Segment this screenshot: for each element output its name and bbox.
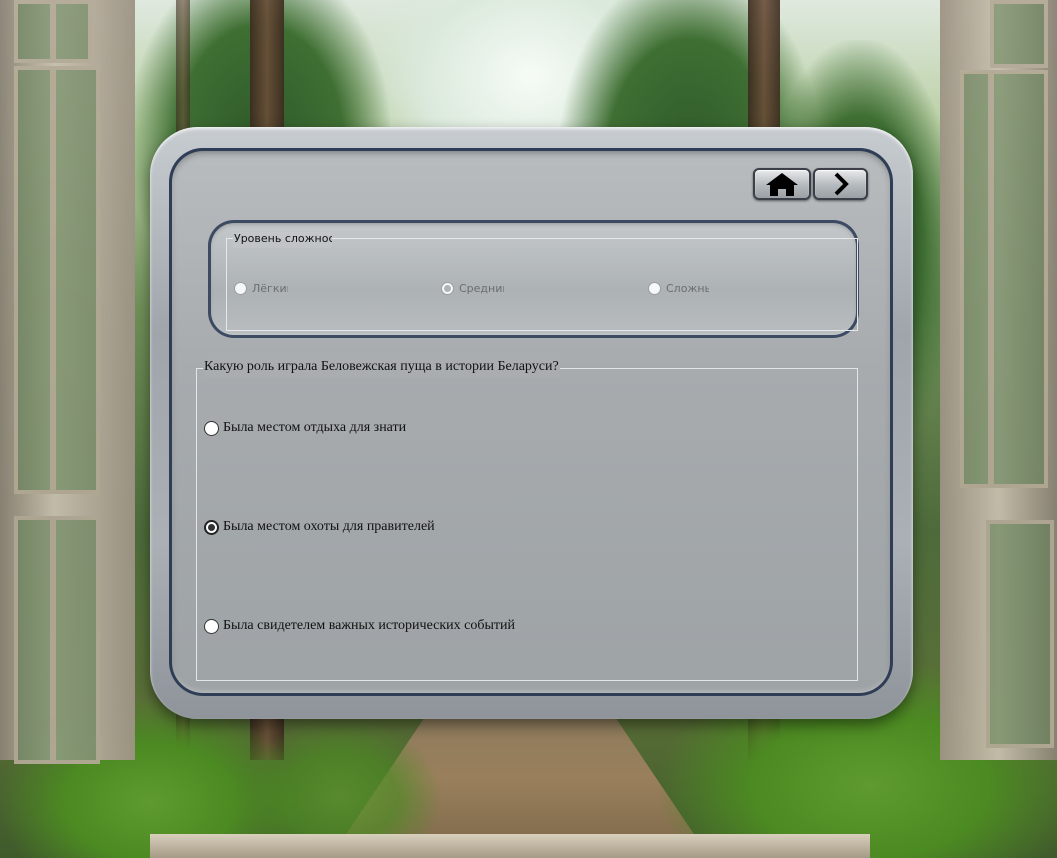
window-pane (986, 520, 1054, 748)
answer-label: Была местом охоты для правителей (223, 519, 435, 534)
difficulty-option-label: Средний (459, 281, 504, 295)
window-pane (52, 0, 92, 63)
window-frame-left (0, 0, 135, 764)
window-pane (52, 516, 100, 764)
answer-radio-3[interactable] (204, 618, 219, 634)
difficulty-option-easy[interactable]: Лёгкий (234, 279, 288, 297)
home-button[interactable] (753, 168, 811, 200)
answer-label: Была свидетелем важных исторических собы… (223, 618, 515, 633)
window-pane (990, 0, 1048, 68)
difficulty-option-label: Лёгкий (252, 281, 288, 295)
window-frame-right (940, 0, 1057, 760)
answer-radio-2[interactable] (204, 519, 219, 535)
window-pane (960, 70, 992, 488)
home-icon (766, 173, 798, 196)
window-pane (14, 0, 54, 63)
difficulty-option-label: Сложный (666, 281, 709, 295)
difficulty-legend: Уровень сложнос (233, 232, 332, 248)
next-button[interactable] (813, 168, 868, 200)
answer-option-1[interactable]: Была местом отдыха для знати (204, 418, 406, 438)
answer-label: Была местом отдыха для знати (223, 420, 407, 435)
difficulty-option-medium[interactable]: Средний (441, 279, 504, 297)
radio-medium[interactable] (441, 281, 454, 295)
question-text: Какую роль играла Беловежская пуща в ист… (203, 359, 560, 377)
window-pane (52, 66, 100, 494)
forest-background: Уровень сложнос Лёгкий Средний Сложный К… (0, 0, 1057, 858)
radio-hard[interactable] (648, 281, 661, 295)
radio-easy[interactable] (234, 281, 247, 295)
chevron-right-icon (834, 172, 849, 196)
window-sill (150, 834, 870, 858)
difficulty-option-hard[interactable]: Сложный (648, 279, 709, 297)
window-pane (14, 66, 54, 494)
answer-radio-1[interactable] (204, 420, 219, 436)
fern (240, 720, 440, 850)
window-pane (14, 516, 54, 764)
answer-option-3[interactable]: Была свидетелем важных исторических собы… (204, 616, 515, 636)
difficulty-groupbox (226, 238, 858, 331)
window-pane (990, 70, 1048, 488)
answer-option-2[interactable]: Была местом охоты для правителей (204, 517, 435, 537)
